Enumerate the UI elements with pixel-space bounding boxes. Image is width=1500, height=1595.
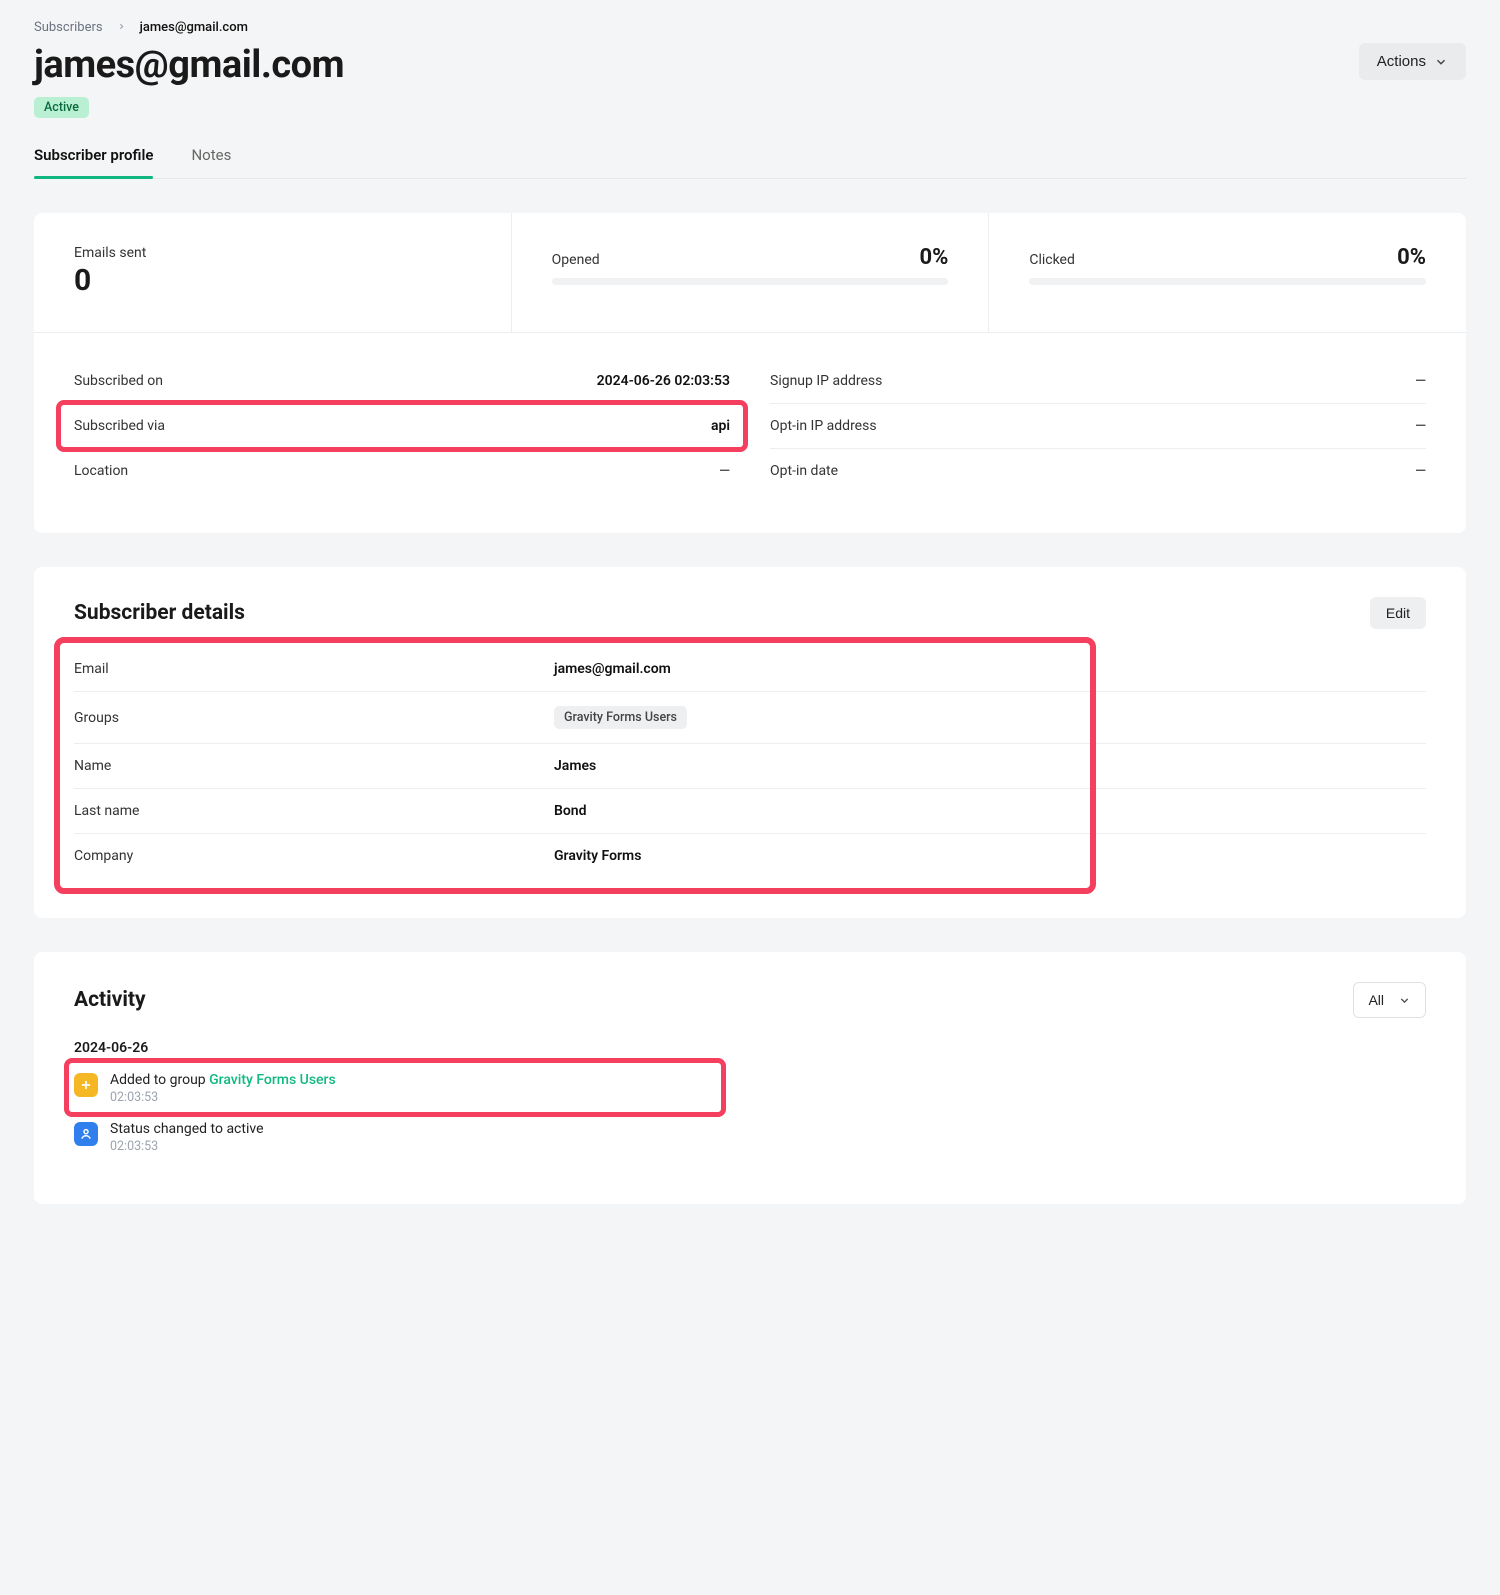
stat-emails-sent-label: Emails sent bbox=[74, 245, 471, 261]
info-optin-date: Opt-in date — bbox=[770, 449, 1426, 493]
detail-email: Email james@gmail.com bbox=[74, 647, 1426, 692]
activity-item-text: Status changed to active bbox=[110, 1121, 264, 1137]
page-title: james@gmail.com bbox=[34, 43, 344, 87]
tab-subscriber-profile[interactable]: Subscriber profile bbox=[34, 146, 153, 178]
activity-date-heading: 2024-06-26 bbox=[74, 1040, 1426, 1056]
info-location: Location — bbox=[74, 449, 730, 493]
activity-card: Activity All 2024-06-26 Added to group G… bbox=[34, 952, 1466, 1204]
stat-clicked-value: 0% bbox=[1397, 245, 1426, 270]
overview-card: Emails sent 0 Opened 0% Clicked 0% bbox=[34, 213, 1466, 533]
chevron-right-icon bbox=[117, 20, 126, 35]
stat-opened: Opened 0% bbox=[512, 213, 990, 332]
activity-item-status-changed: Status changed to active 02:03:53 bbox=[74, 1115, 1426, 1164]
stat-emails-sent: Emails sent 0 bbox=[34, 213, 512, 332]
activity-filter-label: All bbox=[1368, 992, 1384, 1008]
detail-last-name: Last name Bond bbox=[74, 789, 1426, 834]
stat-clicked-bar bbox=[1029, 278, 1426, 285]
subscriber-details-title: Subscriber details bbox=[74, 601, 245, 625]
edit-button[interactable]: Edit bbox=[1370, 597, 1426, 629]
actions-button[interactable]: Actions bbox=[1359, 43, 1466, 80]
info-subscribed-on: Subscribed on 2024-06-26 02:03:53 bbox=[74, 359, 730, 404]
tabs: Subscriber profile Notes bbox=[34, 146, 1466, 179]
breadcrumb: Subscribers james@gmail.com bbox=[34, 20, 1466, 35]
activity-item-added-to-group: Added to group Gravity Forms Users 02:03… bbox=[74, 1066, 1426, 1115]
breadcrumb-current: james@gmail.com bbox=[140, 20, 248, 35]
info-signup-ip: Signup IP address — bbox=[770, 359, 1426, 404]
activity-group-link[interactable]: Gravity Forms Users bbox=[209, 1072, 336, 1088]
user-icon bbox=[74, 1122, 98, 1146]
info-optin-ip: Opt-in IP address — bbox=[770, 404, 1426, 449]
stat-opened-value: 0% bbox=[919, 245, 948, 270]
info-subscribed-via: Subscribed via api bbox=[74, 404, 730, 449]
activity-item-time: 02:03:53 bbox=[110, 1139, 264, 1154]
activity-title: Activity bbox=[74, 988, 146, 1012]
activity-filter-button[interactable]: All bbox=[1353, 982, 1426, 1018]
chevron-down-icon bbox=[1434, 55, 1448, 69]
group-tag[interactable]: Gravity Forms Users bbox=[554, 706, 687, 729]
detail-groups: Groups Gravity Forms Users bbox=[74, 692, 1426, 744]
breadcrumb-root[interactable]: Subscribers bbox=[34, 20, 103, 35]
activity-item-text: Added to group Gravity Forms Users bbox=[110, 1072, 336, 1088]
subscriber-details-card: Subscriber details Edit Email james@gmai… bbox=[34, 567, 1466, 918]
status-badge: Active bbox=[34, 97, 89, 118]
tab-notes[interactable]: Notes bbox=[191, 146, 231, 178]
detail-company: Company Gravity Forms bbox=[74, 834, 1426, 878]
stat-opened-label: Opened bbox=[552, 252, 600, 268]
detail-name: Name James bbox=[74, 744, 1426, 789]
stat-emails-sent-value: 0 bbox=[74, 263, 471, 298]
stat-opened-bar bbox=[552, 278, 949, 285]
actions-button-label: Actions bbox=[1377, 53, 1426, 70]
chevron-down-icon bbox=[1398, 994, 1411, 1007]
stat-clicked-label: Clicked bbox=[1029, 252, 1075, 268]
activity-item-time: 02:03:53 bbox=[110, 1090, 336, 1105]
stat-clicked: Clicked 0% bbox=[989, 213, 1466, 332]
plus-icon bbox=[74, 1073, 98, 1097]
